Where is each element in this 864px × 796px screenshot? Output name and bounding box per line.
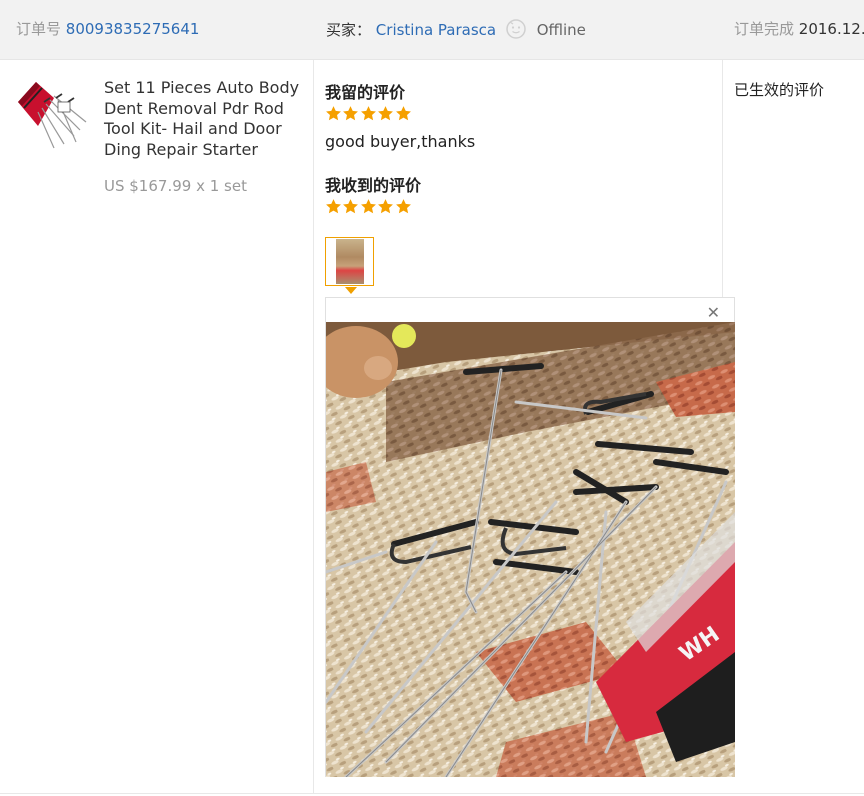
order-header: 订单号 80093835275641 买家： Cristina Parasca … bbox=[0, 0, 864, 60]
star-icon bbox=[342, 198, 359, 215]
photo-thumbnail-image bbox=[336, 239, 364, 284]
star-icon bbox=[325, 198, 342, 215]
buyer-label: 买家： bbox=[326, 21, 372, 39]
offline-chat-icon[interactable] bbox=[506, 19, 526, 39]
completed-label: 订单完成 bbox=[734, 20, 795, 38]
review-status: 已生效的评价 bbox=[734, 81, 825, 99]
star-icon bbox=[395, 105, 412, 122]
popup-pointer bbox=[345, 287, 357, 294]
my-review-comment: good buyer,thanks bbox=[325, 132, 476, 151]
product-thumbnail[interactable] bbox=[16, 78, 90, 154]
row-bottom-border bbox=[0, 793, 864, 794]
photo-preview-popup: ✕ WH bbox=[325, 297, 735, 777]
star-icon bbox=[360, 105, 377, 122]
review-photo-thumbnail[interactable] bbox=[325, 237, 374, 286]
column-divider bbox=[722, 60, 723, 297]
order-number: 订单号 80093835275641 bbox=[16, 19, 199, 39]
buyer-info: 买家： Cristina Parasca Offline bbox=[326, 19, 586, 40]
order-number-label: 订单号 bbox=[16, 20, 62, 38]
star-icon bbox=[377, 105, 394, 122]
star-icon bbox=[377, 198, 394, 215]
received-review-label: 我收到的评价 bbox=[325, 176, 422, 195]
star-icon bbox=[325, 105, 342, 122]
received-review-stars bbox=[325, 198, 412, 216]
column-divider bbox=[313, 60, 314, 794]
my-review-label: 我留的评价 bbox=[325, 83, 406, 102]
star-icon bbox=[360, 198, 377, 215]
order-completed: 订单完成 2016.12. bbox=[734, 19, 864, 39]
buyer-name-link[interactable]: Cristina Parasca bbox=[376, 21, 496, 39]
buyer-status: Offline bbox=[536, 21, 586, 39]
close-icon[interactable]: ✕ bbox=[707, 304, 720, 322]
completed-date: 2016.12. bbox=[798, 20, 864, 38]
review-photo: WH bbox=[326, 322, 735, 777]
order-number-link[interactable]: 80093835275641 bbox=[66, 20, 200, 38]
star-icon bbox=[395, 198, 412, 215]
star-icon bbox=[342, 105, 359, 122]
my-review-stars bbox=[325, 105, 412, 123]
product-title[interactable]: Set 11 Pieces Auto Body Dent Removal Pdr… bbox=[104, 78, 302, 160]
product-price: US $167.99 x 1 set bbox=[104, 177, 247, 195]
